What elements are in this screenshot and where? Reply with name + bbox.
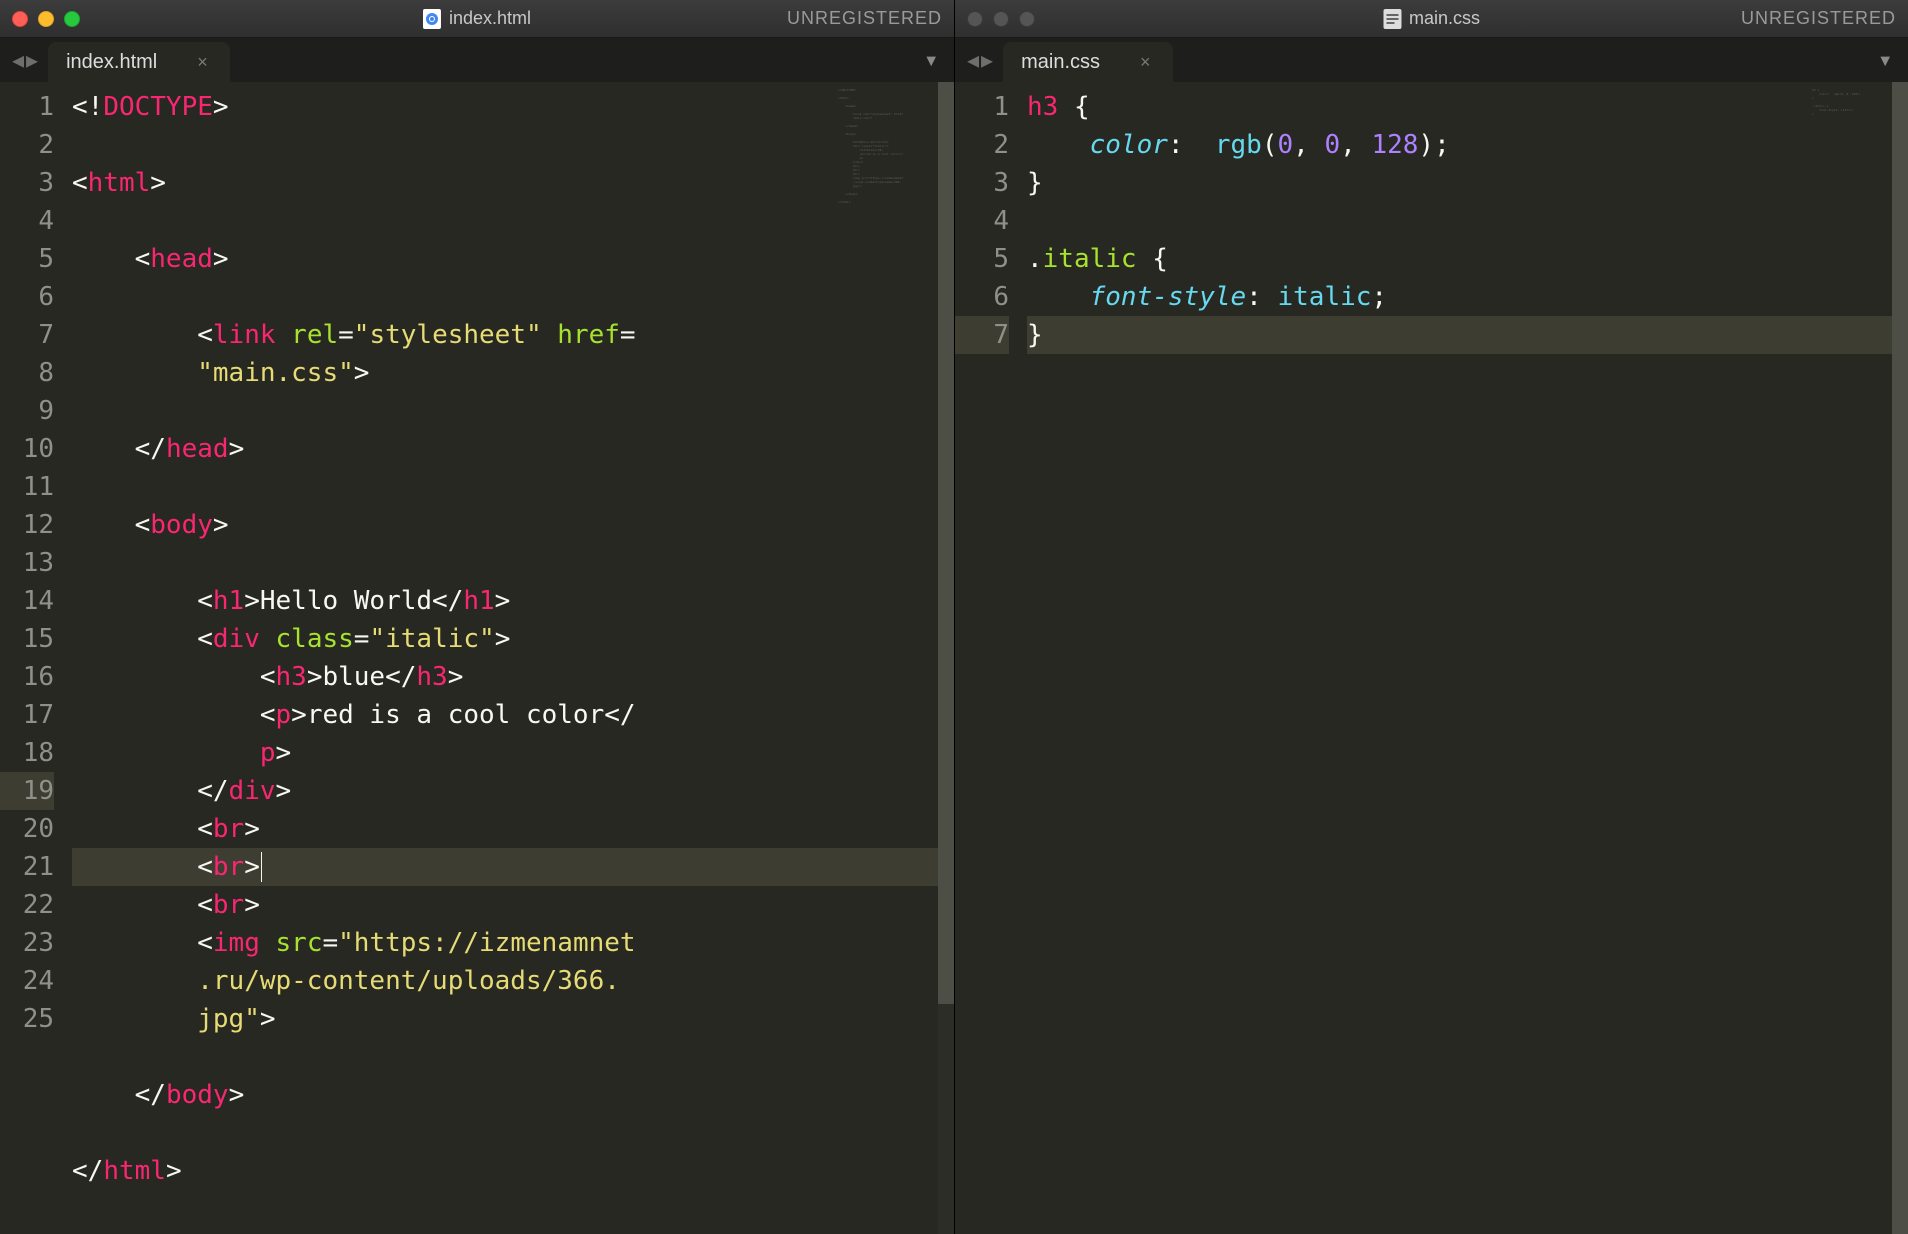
tab-label: index.html xyxy=(66,51,157,74)
nav-forward-icon[interactable]: ▶ xyxy=(26,48,38,72)
unregistered-label: UNREGISTERED xyxy=(1741,8,1896,29)
tab-main-css[interactable]: main.css × xyxy=(1003,42,1172,82)
minimize-window-button[interactable] xyxy=(38,11,54,27)
scrollbar-thumb[interactable] xyxy=(938,82,954,1004)
zoom-window-button[interactable] xyxy=(64,11,80,27)
tab-dropdown-icon[interactable]: ▼ xyxy=(926,51,936,70)
close-window-button[interactable] xyxy=(967,11,983,27)
editor-left[interactable]: 1234567891011121314151617181920212223242… xyxy=(0,82,954,1234)
window-title-text: main.css xyxy=(1409,8,1480,29)
zoom-window-button[interactable] xyxy=(1019,11,1035,27)
tabbar-left: ◀ ▶ index.html × ▼ xyxy=(0,38,954,82)
window-right: main.css UNREGISTERED ◀ ▶ main.css × ▼ 1… xyxy=(954,0,1908,1234)
titlebar-right[interactable]: main.css UNREGISTERED xyxy=(955,0,1908,38)
tab-close-icon[interactable]: × xyxy=(197,52,208,73)
window-title: index.html xyxy=(423,8,531,29)
nav-back-icon[interactable]: ◀ xyxy=(967,48,979,72)
scrollbar[interactable] xyxy=(938,82,954,1234)
chrome-html-icon xyxy=(423,9,441,29)
traffic-lights xyxy=(967,11,1035,27)
traffic-lights xyxy=(12,11,80,27)
tabbar-right: ◀ ▶ main.css × ▼ xyxy=(955,38,1908,82)
scrollbar[interactable] xyxy=(1892,82,1908,1234)
editor-right[interactable]: 1234567 h3 { color: rgb(0, 0, 128);}.ita… xyxy=(955,82,1908,1234)
window-left: index.html UNREGISTERED ◀ ▶ index.html ×… xyxy=(0,0,954,1234)
close-window-button[interactable] xyxy=(12,11,28,27)
window-title: main.css xyxy=(1383,8,1480,29)
scrollbar-thumb[interactable] xyxy=(1892,82,1908,1234)
nav-arrows: ◀ ▶ xyxy=(8,48,48,82)
code-area[interactable]: <!DOCTYPE><html> <head> <link rel="style… xyxy=(72,82,954,1234)
tab-dropdown-icon[interactable]: ▼ xyxy=(1880,51,1890,70)
titlebar-left[interactable]: index.html UNREGISTERED xyxy=(0,0,954,38)
code-area[interactable]: h3 { color: rgb(0, 0, 128);}.italic { fo… xyxy=(1027,82,1908,1234)
window-title-text: index.html xyxy=(449,8,531,29)
css-file-icon xyxy=(1383,9,1401,29)
nav-back-icon[interactable]: ◀ xyxy=(12,48,24,72)
gutter: 1234567891011121314151617181920212223242… xyxy=(0,82,72,1234)
unregistered-label: UNREGISTERED xyxy=(787,8,942,29)
minimize-window-button[interactable] xyxy=(993,11,1009,27)
nav-forward-icon[interactable]: ▶ xyxy=(981,48,993,72)
nav-arrows: ◀ ▶ xyxy=(963,48,1003,82)
gutter: 1234567 xyxy=(955,82,1027,1234)
tab-label: main.css xyxy=(1021,51,1100,74)
tab-index-html[interactable]: index.html × xyxy=(48,42,230,82)
tab-close-icon[interactable]: × xyxy=(1140,52,1151,73)
